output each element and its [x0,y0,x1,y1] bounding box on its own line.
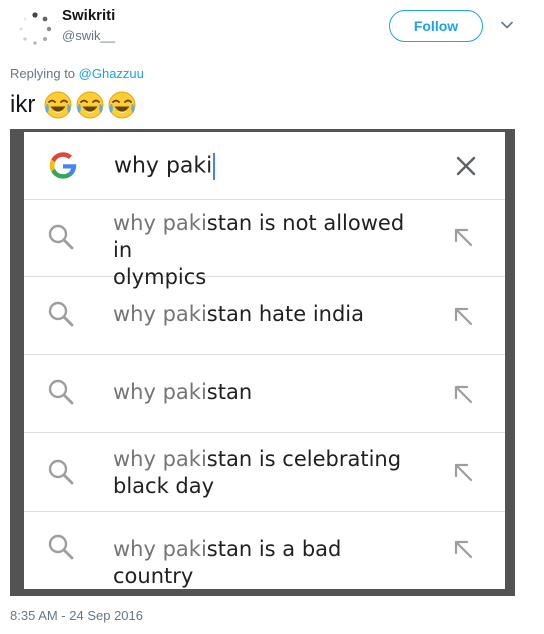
arrow-up-left-icon[interactable] [452,461,474,483]
avatar[interactable] [14,10,56,52]
search-query[interactable]: why paki [114,153,216,180]
suggestion-completion: stan is celebrating [206,447,402,471]
follow-button[interactable]: Follow [389,10,483,42]
attached-image[interactable]: why paki why pakistan is not allowed in o… [10,129,515,596]
arrow-up-left-icon[interactable] [452,538,474,560]
tweet-timestamp[interactable]: 8:35 AM - 24 Sep 2016 [10,608,143,623]
tweet-header: Swikriti @swik__ Follow [0,0,544,60]
suggestion-item[interactable]: why pakistan is celebrating black day [24,433,505,512]
replying-to-label: Replying to [10,66,79,81]
close-icon[interactable] [454,154,478,178]
face-with-tears-of-joy-icon [108,91,136,119]
text-caret [213,153,216,180]
display-name[interactable]: Swikriti [62,7,115,24]
chevron-down-icon[interactable] [499,17,515,33]
suggestion-typed-text: why paki [113,447,207,471]
search-query-text: why paki [114,153,213,179]
search-bar: why paki [24,132,505,200]
search-icon [48,534,74,560]
suggestion-item[interactable]: why pakistan is not allowed in olympics [24,200,505,289]
google-logo-icon [49,152,77,179]
tweet-text-body: ikr [10,91,36,118]
face-with-tears-of-joy-icon [76,91,104,119]
face-with-tears-of-joy-icon [44,91,72,119]
suggestion-item[interactable]: why pakistan is a bad country [24,512,505,589]
suggestion-completion: stan hate india [206,302,365,326]
suggestion-item[interactable]: why pakistan [24,355,505,433]
search-icon [48,224,74,250]
suggestion-typed-text: why paki [113,302,207,326]
suggestion-typed-text: why paki [113,211,207,235]
mention-link[interactable]: @Ghazzuu [79,66,144,81]
user-handle[interactable]: @swik__ [62,28,115,43]
suggestion-text: why pakistan is celebrating black day [113,446,428,500]
search-card: why paki why pakistan is not allowed in o… [24,132,505,589]
suggestion-completion: stan [206,380,253,404]
suggestion-typed-text: why paki [113,537,207,561]
suggestion-completion-line2: black day [113,474,215,498]
suggestion-text: why pakistan hate india [113,301,428,328]
suggestion-text: why pakistan [113,379,428,406]
suggestion-text: why pakistan is a bad country [113,536,428,590]
suggestion-typed-text: why paki [113,380,207,404]
tweet-text: ikr [10,88,139,122]
replying-to-line: Replying to @Ghazzuu [10,66,144,81]
search-icon [48,379,74,405]
arrow-up-left-icon[interactable] [452,383,474,405]
search-icon [48,301,74,327]
arrow-up-left-icon[interactable] [452,305,474,327]
arrow-up-left-icon[interactable] [452,226,474,248]
suggestion-item[interactable]: why pakistan hate india [24,277,505,355]
search-icon [48,459,74,485]
